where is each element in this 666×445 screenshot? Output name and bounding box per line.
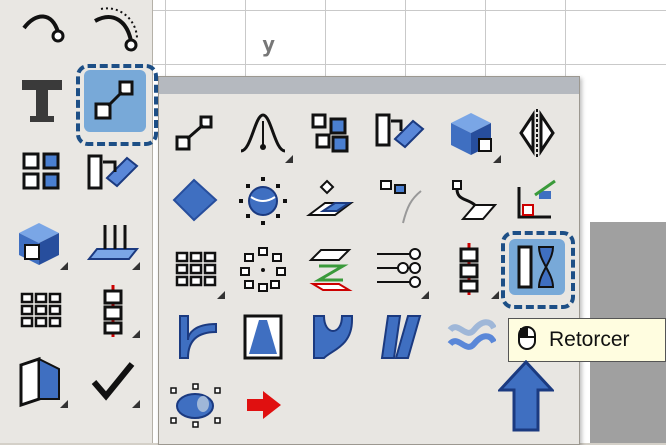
grid-line: [150, 10, 666, 11]
mouse-icon: [517, 325, 537, 356]
twist-highlight: [501, 231, 575, 309]
solid-box-tool-icon[interactable]: [12, 214, 70, 272]
project-tool-icon[interactable]: [84, 214, 142, 272]
cage-edit-icon[interactable]: [163, 373, 227, 437]
array-curve-icon[interactable]: [367, 237, 431, 301]
scale-1d-icon[interactable]: [367, 101, 431, 165]
rotate-icon[interactable]: [163, 169, 227, 233]
check-tool-icon[interactable]: [84, 352, 142, 410]
selected-tool-highlight: [76, 64, 158, 146]
skew-icon[interactable]: [367, 305, 431, 369]
axis-label-y: y: [262, 33, 276, 58]
left-toolbar: [0, 0, 158, 443]
taper-icon[interactable]: [231, 305, 295, 369]
box-edit-icon[interactable]: [439, 101, 503, 165]
grid-array-tool-icon[interactable]: [12, 282, 70, 340]
array-tool-icon[interactable]: [14, 144, 72, 202]
arc-tool-icon[interactable]: [86, 2, 144, 60]
orient-icon[interactable]: [299, 169, 363, 233]
pointer-arrow-icon: [496, 359, 556, 432]
rect-array-icon[interactable]: [163, 237, 227, 301]
scale-tool-icon[interactable]: [84, 144, 142, 202]
flyout-title-bar[interactable]: [159, 77, 579, 94]
bend-icon[interactable]: [231, 101, 295, 165]
chain-array-icon[interactable]: [437, 237, 501, 301]
mirror-icon[interactable]: [505, 101, 569, 165]
arrow-right-icon[interactable]: [231, 373, 295, 437]
tooltip: Retorcer: [508, 318, 666, 362]
shear-icon[interactable]: [299, 305, 363, 369]
align-icon[interactable]: [505, 169, 569, 233]
stack-icon[interactable]: [299, 237, 363, 301]
extend-icon[interactable]: [367, 169, 431, 233]
solid-panel-tool-icon[interactable]: [12, 352, 70, 410]
polar-array-icon[interactable]: [231, 237, 295, 301]
grid-line: [150, 64, 666, 65]
copy-icon[interactable]: [299, 101, 363, 165]
move-icon[interactable]: [163, 101, 227, 165]
wave-icon[interactable]: [439, 305, 503, 369]
tooltip-label: Retorcer: [549, 328, 630, 351]
curve-tool-icon[interactable]: [14, 2, 72, 60]
sphere-orient-icon[interactable]: [231, 169, 295, 233]
flow-icon[interactable]: [439, 169, 503, 233]
bend-profile-icon[interactable]: [163, 305, 227, 369]
red-chain-tool-icon[interactable]: [84, 282, 142, 340]
text-tool-icon[interactable]: [14, 70, 72, 128]
